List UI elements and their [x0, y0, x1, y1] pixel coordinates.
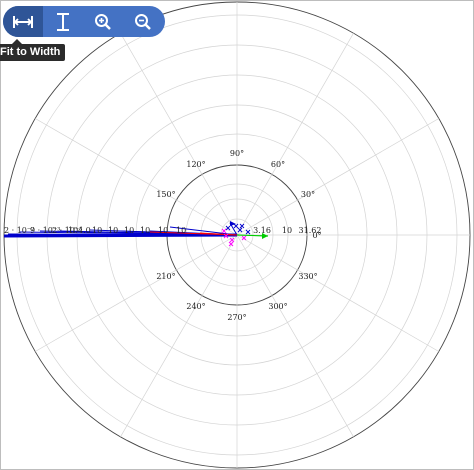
data-marker	[239, 223, 245, 229]
zoom-in-icon	[95, 13, 111, 30]
data-marker	[245, 229, 251, 235]
plot-toolbar	[3, 6, 165, 37]
left-axis-label: 10	[108, 226, 118, 235]
fit-width-icon	[13, 15, 33, 28]
data-marker	[221, 228, 227, 234]
grid-spoke	[236, 33, 354, 236]
zoom-out-button[interactable]	[123, 6, 163, 37]
radial-label: 31.62	[299, 226, 322, 235]
grid-spoke	[236, 234, 439, 352]
left-axis-label: 10	[92, 226, 102, 235]
left-axis-label: 4.0	[78, 226, 91, 235]
fit-height-button[interactable]	[43, 6, 83, 37]
angle-label: 300°	[268, 302, 287, 311]
radial-label: 10	[282, 226, 292, 235]
fit-height-icon	[57, 12, 69, 31]
radial-labels: 3.16 10 31.62	[253, 226, 321, 235]
angle-label: 210°	[156, 272, 175, 281]
angle-label: 90°	[230, 149, 244, 158]
left-axis-label: 10	[140, 226, 150, 235]
zoom-in-button[interactable]	[83, 6, 123, 37]
grid-spoke	[35, 118, 238, 236]
data-marker	[233, 223, 239, 229]
grid-spoke	[120, 234, 238, 437]
polar-plot[interactable]: 0°30°60°90°120°150°210°240°270°300°330° …	[0, 0, 474, 470]
fit-width-button[interactable]	[3, 6, 43, 37]
angle-label: 270°	[227, 313, 246, 322]
zoom-out-icon	[135, 13, 151, 30]
fit-to-width-tooltip: Fit to Width	[0, 39, 66, 61]
vector-line-main	[3, 233, 238, 238]
angle-label: 30°	[301, 190, 315, 199]
angle-label: 150°	[156, 190, 175, 199]
left-axis-label: 10	[158, 226, 168, 235]
left-axis-labels: 2 · 10⁻²9 · 10⁻³2 · 10⁻³10 4.0 10 10 10 10 10 1…	[4, 226, 186, 235]
angle-label: 240°	[186, 302, 205, 311]
data-marker	[237, 227, 243, 233]
grid-spoke	[236, 118, 439, 236]
data-marker	[229, 237, 235, 243]
grid-spoke	[236, 234, 354, 437]
left-axis-label: 10	[124, 226, 134, 235]
angle-label: 60°	[271, 160, 285, 169]
grid-spoke	[120, 33, 238, 236]
angle-label: 330°	[298, 272, 317, 281]
left-axis-label: 10	[176, 226, 186, 235]
left-axis-label: 10	[68, 226, 78, 235]
angle-label: 120°	[186, 160, 205, 169]
grid-spoke	[35, 234, 238, 352]
